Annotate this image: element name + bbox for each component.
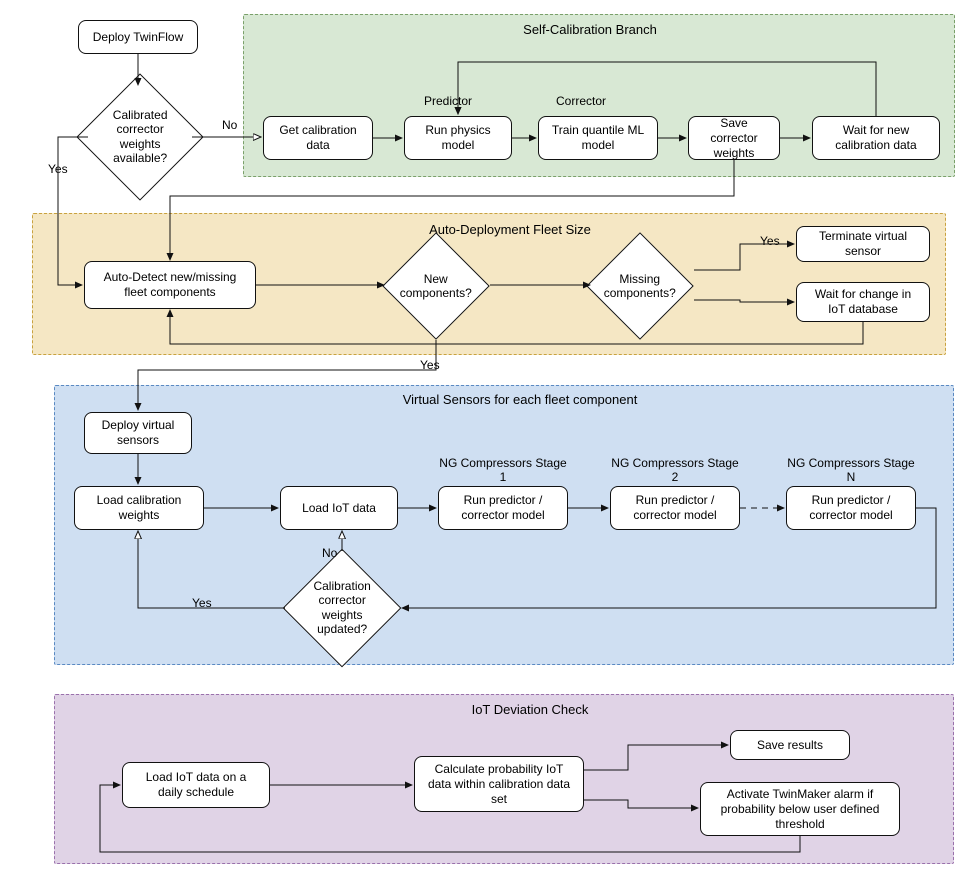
node-run-physics: Run physics model <box>404 116 512 160</box>
node-get-calibration: Get calibration data <box>263 116 373 160</box>
label-stage1: NG Compressors Stage 1 <box>438 456 568 484</box>
title-self-calibration: Self-Calibration Branch <box>470 22 710 37</box>
label-no-calup: No <box>322 546 337 560</box>
node-load-iot: Load IoT data <box>280 486 398 530</box>
node-decision-new-comp-label: New components? <box>399 272 473 301</box>
label-yes-new: Yes <box>420 358 440 372</box>
node-auto-detect: Auto-Detect new/missing fleet components <box>84 261 256 309</box>
label-no-top: No <box>222 118 237 132</box>
node-save-weights: Save corrector weights <box>688 116 780 160</box>
node-train-ml: Train quantile ML model <box>538 116 658 160</box>
node-calc-probability: Calculate probability IoT data within ca… <box>414 756 584 812</box>
node-terminate-vs: Terminate virtual sensor <box>796 226 930 262</box>
node-save-results: Save results <box>730 730 850 760</box>
node-alarm: Activate TwinMaker alarm if probability … <box>700 782 900 836</box>
node-stageN: Run predictor / corrector model <box>786 486 916 530</box>
node-load-iot-daily: Load IoT data on a daily schedule <box>122 762 270 808</box>
node-load-cal-weights: Load calibration weights <box>74 486 204 530</box>
label-yes-calup: Yes <box>192 596 212 610</box>
node-decision-cal-updated-label: Calibration corrector weights updated? <box>301 579 383 637</box>
node-decision-calibrated-label: Calibrated corrector weights available? <box>96 108 184 166</box>
label-corrector: Corrector <box>556 94 606 108</box>
title-iot-deviation: IoT Deviation Check <box>430 702 630 717</box>
label-stage2: NG Compressors Stage 2 <box>610 456 740 484</box>
node-wait-calibration: Wait for new calibration data <box>812 116 940 160</box>
node-decision-missing-comp-label: Missing components? <box>603 272 677 301</box>
label-yes-miss: Yes <box>760 234 780 248</box>
node-deploy-twinflow: Deploy TwinFlow <box>78 20 198 54</box>
node-decision-calibrated: Calibrated corrector weights available? <box>76 73 203 200</box>
title-virtual-sensors: Virtual Sensors for each fleet component <box>350 392 690 407</box>
node-stage1: Run predictor / corrector model <box>438 486 568 530</box>
node-wait-change: Wait for change in IoT database <box>796 282 930 322</box>
node-stage2: Run predictor / corrector model <box>610 486 740 530</box>
label-yes-top: Yes <box>48 162 68 176</box>
label-predictor: Predictor <box>424 94 472 108</box>
node-deploy-virtual-sensors: Deploy virtual sensors <box>84 412 192 454</box>
title-auto-deploy: Auto-Deployment Fleet Size <box>390 222 630 237</box>
label-stageN: NG Compressors Stage N <box>786 456 916 484</box>
